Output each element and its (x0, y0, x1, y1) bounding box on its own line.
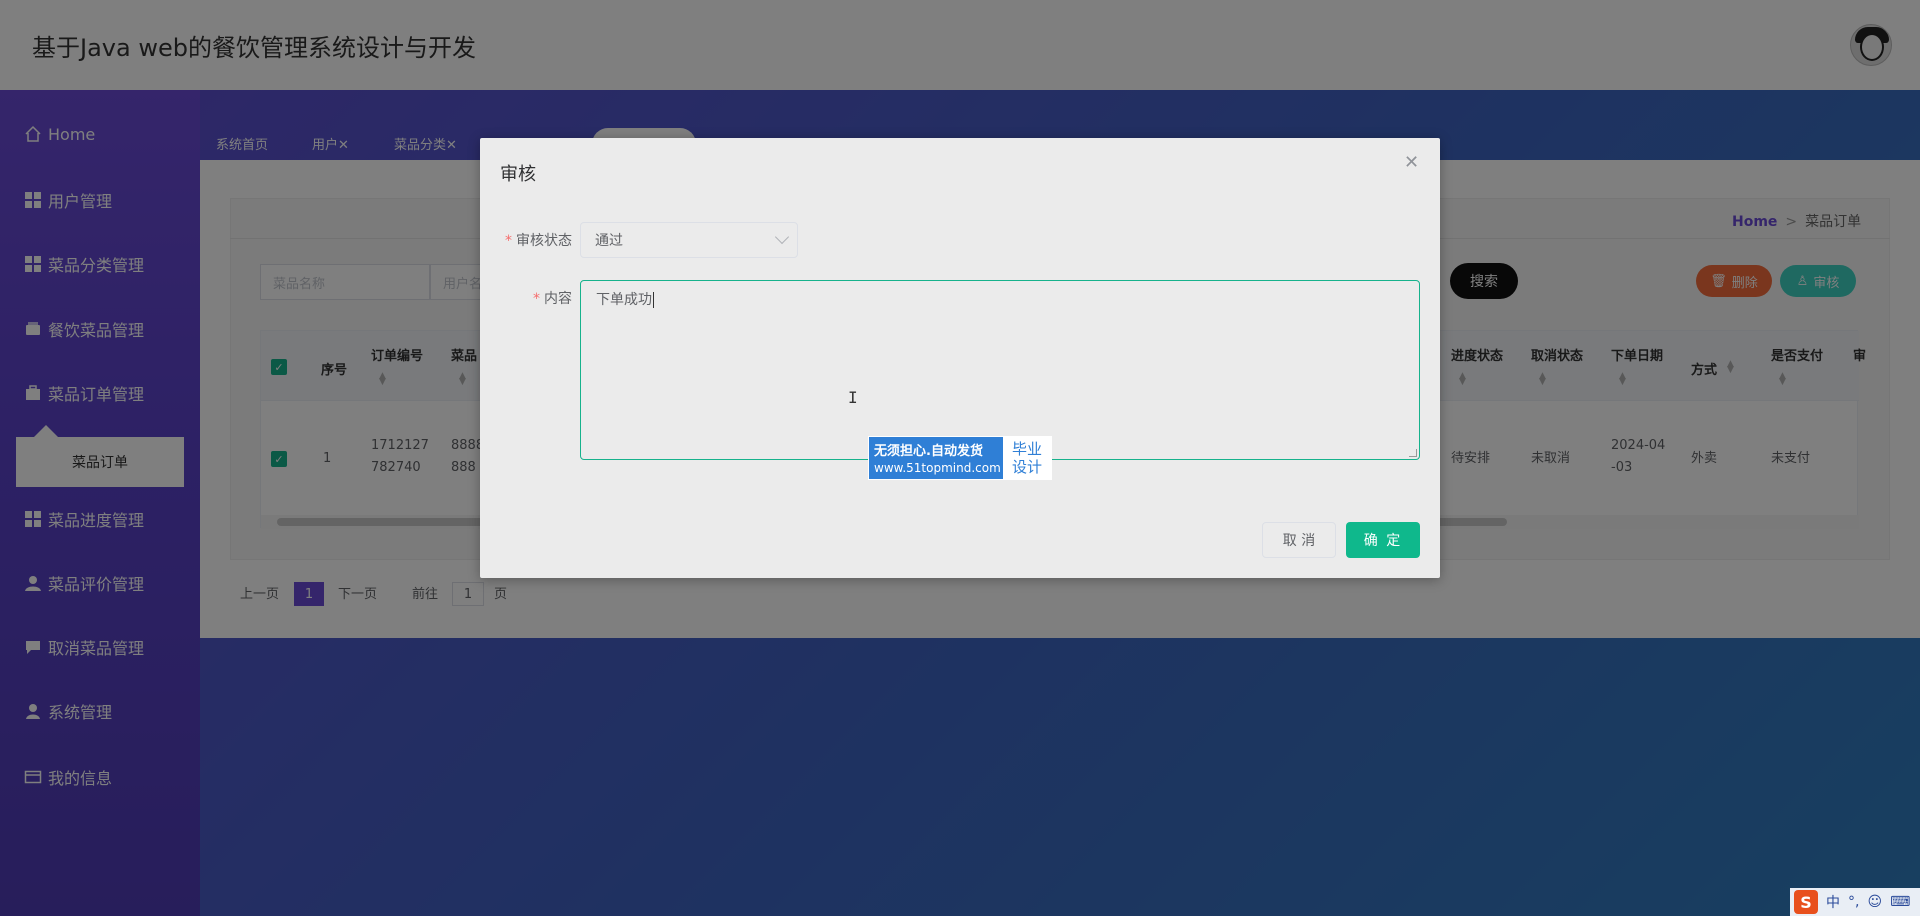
confirm-button[interactable]: 确 定 (1346, 522, 1420, 558)
ime-punct[interactable]: °, (1848, 894, 1859, 910)
cancel-button[interactable]: 取 消 (1262, 522, 1336, 558)
watermark-right: 毕业 设计 (1003, 437, 1051, 479)
required-mark: * (505, 233, 512, 249)
audit-dialog: 审核 ✕ * 审核状态 通过 * 内容 下单成功 取 消 确 定 (480, 138, 1440, 578)
watermark-right1: 毕业 (1011, 440, 1042, 458)
required-mark: * (533, 291, 540, 307)
watermark-line2: www.51topmind.com (874, 461, 1001, 475)
close-icon[interactable]: ✕ (1404, 152, 1419, 173)
content-label-text: 内容 (544, 291, 572, 307)
resize-handle[interactable] (1409, 449, 1417, 457)
ime-emoji-icon[interactable]: ☺ (1867, 894, 1882, 910)
chevron-down-icon (774, 229, 790, 245)
content-textarea[interactable]: 下单成功 (580, 280, 1420, 460)
content-text: 下单成功 (596, 292, 652, 308)
watermark-left: 无须担心.自动发货 www.51topmind.com (869, 437, 1003, 479)
ime-language[interactable]: 中 (1826, 892, 1840, 912)
watermark-badge: 无须担心.自动发货 www.51topmind.com 毕业 设计 (868, 436, 1052, 480)
audit-status-select[interactable]: 通过 (580, 222, 798, 258)
status-label: * 审核状态 (500, 230, 572, 250)
watermark-right2: 设计 (1011, 458, 1042, 476)
ime-keyboard-icon[interactable]: ⌨ (1890, 894, 1910, 910)
ime-logo-icon[interactable]: S (1794, 890, 1818, 914)
content-label: * 内容 (500, 288, 572, 308)
watermark-line1: 无须担心.自动发货 (874, 444, 983, 459)
audit-status-value: 通过 (595, 233, 623, 249)
status-label-text: 审核状态 (516, 233, 572, 249)
ime-toolbar[interactable]: S 中 °, ☺ ⌨ (1790, 888, 1920, 916)
dialog-title: 审核 (500, 164, 536, 185)
text-caret (653, 292, 654, 308)
text-cursor-icon: I (848, 388, 858, 407)
